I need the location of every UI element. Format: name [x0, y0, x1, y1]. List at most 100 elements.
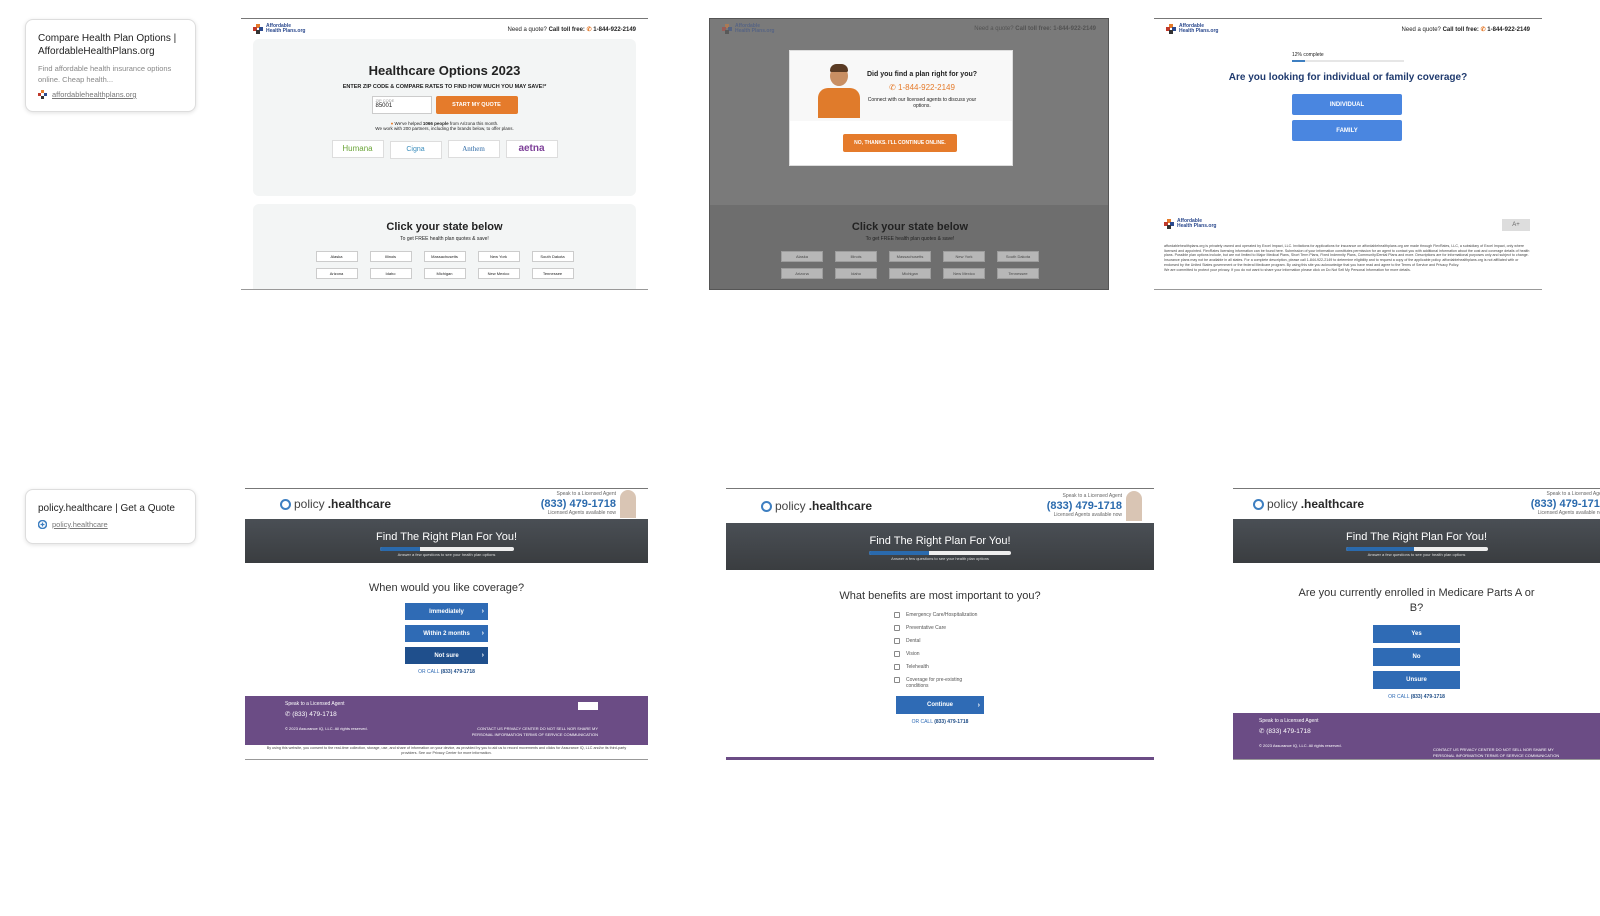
option-button[interactable]: Not sure › [405, 647, 488, 664]
search-result-card-ph[interactable]: policy.healthcare | Get a Quote policy.h… [25, 489, 196, 544]
card-description: Find affordable health insurance options… [38, 64, 172, 84]
benefit-checkbox[interactable]: Preventative Care [894, 625, 1014, 631]
state-button[interactable]: New Mexico [477, 268, 520, 279]
or-call[interactable]: OR CALL (833) 479-1718 [1233, 694, 1600, 700]
card-url-text[interactable]: affordablehealthplans.org [52, 90, 137, 99]
orcall-phone[interactable]: (833) 479-1718 [934, 719, 968, 725]
header-agent[interactable]: Speak to a Licensed Agent(833) 479-1718L… [1531, 491, 1600, 517]
option-button[interactable]: No [1373, 648, 1460, 666]
checkbox-icon[interactable] [894, 651, 900, 657]
agent-avatar [1126, 491, 1142, 521]
footer-phone-number[interactable]: (833) 479-1718 [292, 711, 336, 718]
option-button[interactable]: Within 2 months › [405, 625, 488, 642]
benefit-checkbox[interactable]: Telehealth [894, 664, 1014, 670]
header-phone[interactable]: Need a quote? Call toll free: ✆ 1-844-92… [508, 26, 636, 33]
screenshot-ph-benefits: policy .healthcare Speak to a Licensed Ag… [726, 488, 1154, 760]
header-phone[interactable]: Need a quote? Call toll free: ✆ 1-844-92… [1402, 26, 1530, 33]
orcall-phone[interactable]: (833) 479-1718 [441, 669, 475, 675]
ph-logo[interactable]: policy .healthcare [1253, 497, 1364, 511]
ahp-logo[interactable]: Affordable Health Plans.org [253, 24, 305, 34]
option-button[interactable]: Unsure [1373, 671, 1460, 689]
footer-phone-number[interactable]: (833) 479-1718 [1266, 728, 1310, 735]
orcall-phone[interactable]: (833) 479-1718 [1411, 694, 1445, 700]
state-button[interactable]: Massachusetts [423, 251, 466, 262]
checkbox-icon[interactable] [894, 664, 900, 670]
footer-more: We are committed to protect your privacy… [1164, 267, 1411, 272]
benefit-checkbox[interactable]: Vision [894, 651, 1014, 657]
state-button[interactable]: Illinois [369, 251, 412, 262]
card-url-text[interactable]: policy.healthcare [52, 520, 108, 529]
ahp-logo: Affordable Health Plans.org [722, 24, 774, 34]
header-dimmed: Affordable Health Plans.org Need a quote?… [710, 19, 1108, 39]
footer-links[interactable]: CONTACT US PRIVACY CENTER DO NOT SELL NO… [1433, 747, 1559, 759]
coverage-question: Are you looking for individual or family… [1228, 72, 1468, 83]
banner-subtitle: Answer a few questions to see your healt… [397, 552, 496, 557]
agent-phone[interactable]: (833) 479-1718 [1531, 498, 1600, 510]
modal-phone[interactable]: ✆ 1-844-922-2149 [860, 83, 984, 92]
state-button[interactable]: New York [477, 251, 520, 262]
search-result-card-ahp[interactable]: Compare Health Plan Options | Affordable… [25, 19, 196, 112]
continue-button[interactable]: Continue › [896, 696, 984, 714]
ahp-logo[interactable]: Affordable Health Plans.org [1164, 219, 1216, 229]
checkbox-icon[interactable] [894, 677, 900, 683]
links-row-b[interactable]: PERSONAL INFORMATION TERMS OF SERVICE CO… [472, 732, 598, 738]
state-button[interactable]: Tennessee [531, 268, 574, 279]
option-button[interactable]: Immediately › [405, 603, 488, 620]
agent-label: Speak to a Licensed Agent [1062, 493, 1123, 499]
ph-logo[interactable]: policy .healthcare [280, 497, 391, 511]
zip-value[interactable]: 85001 [376, 103, 428, 109]
options: Yes No Unsure [1233, 625, 1600, 689]
or-call[interactable]: OR CALL (833) 479-1718 [245, 669, 648, 675]
state-button[interactable]: Michigan [423, 268, 466, 279]
benefit-checkbox[interactable]: Coverage for pre-existing conditions [894, 677, 964, 689]
ahp-logo[interactable]: Affordable Health Plans.org [1166, 24, 1218, 34]
footer-links[interactable]: CONTACT US PRIVACY CENTER DO NOT SELL NO… [472, 726, 598, 738]
header-agent[interactable]: Speak to a Licensed Agent(833) 479-1718L… [541, 491, 616, 517]
continue-online-button[interactable]: NO, THANKS. I'LL CONTINUE ONLINE. [843, 134, 957, 152]
benefit-checkbox[interactable]: Dental [894, 638, 1014, 644]
header-agent[interactable]: Speak to a Licensed Agent(833) 479-1718L… [1047, 493, 1122, 519]
badge-icon [578, 702, 598, 710]
phone-number[interactable]: 1-844-922-2149 [1487, 27, 1530, 33]
zip-input[interactable]: ZIP CODE 85001 [371, 96, 432, 114]
screenshot-ahp-landing: Affordable Health Plans.org Need a quote?… [241, 18, 648, 290]
links-row-b[interactable]: PERSONAL INFORMATION TERMS OF SERVICE CO… [1433, 753, 1559, 759]
ph-logo[interactable]: policy .healthcare [761, 499, 872, 513]
option-button[interactable]: Yes [1373, 625, 1460, 643]
family-button[interactable]: FAMILY [1292, 120, 1402, 141]
checkbox-icon[interactable] [894, 612, 900, 618]
benefit-checkbox[interactable]: Emergency Care/Hospitalization [894, 612, 1014, 618]
or-call[interactable]: OR CALL (833) 479-1718 [726, 719, 1154, 725]
benefit-label: Vision [906, 651, 920, 657]
modal-phone-number[interactable]: 1-844-922-2149 [898, 83, 955, 92]
phone-number[interactable]: 1-844-922-2149 [593, 27, 636, 33]
state-button[interactable]: Arizona [315, 268, 358, 279]
start-quote-button[interactable]: START MY QUOTE [435, 96, 518, 114]
screenshot-ahp-modal: Affordable Health Plans.org Need a quote?… [709, 18, 1109, 290]
logo-line2: Health Plans.org [1177, 223, 1217, 229]
state-button[interactable]: South Dakota [531, 251, 574, 262]
card-url[interactable]: affordablehealthplans.org [38, 90, 183, 99]
checkbox-icon[interactable] [894, 625, 900, 631]
agent-phone[interactable]: (833) 479-1718 [1047, 500, 1122, 512]
card-url[interactable]: policy.healthcare [37, 519, 183, 530]
footer-phone[interactable]: ✆ (833) 479-1718 [1259, 727, 1560, 735]
chevron-right-icon: › [481, 652, 484, 659]
agent-phone[interactable]: (833) 479-1718 [541, 498, 616, 510]
continue-label: Continue [927, 702, 953, 708]
state-button[interactable]: Idaho [369, 268, 412, 279]
logo-b: .healthcare [1300, 497, 1365, 511]
zip-form: ZIP CODE 85001 START MY QUOTE [253, 96, 636, 114]
footer-phone[interactable]: ✆ (833) 479-1718 [285, 710, 608, 718]
card-title[interactable]: Compare Health Plan Options | Affordable… [38, 32, 183, 58]
accessibility-icon[interactable]: A+ [1502, 219, 1530, 231]
individual-button[interactable]: INDIVIDUAL [1292, 94, 1402, 115]
header: Affordable Health Plans.org Need a quote?… [241, 19, 648, 39]
progress-bar [869, 551, 1011, 555]
modal-title: Did you find a plan right for you? [866, 71, 978, 78]
state-button[interactable]: Alaska [315, 251, 358, 262]
agent-photo [818, 64, 860, 121]
checkbox-icon[interactable] [894, 638, 900, 644]
card-title[interactable]: policy.healthcare | Get a Quote [38, 502, 183, 515]
chevron-right-icon: › [481, 630, 484, 637]
